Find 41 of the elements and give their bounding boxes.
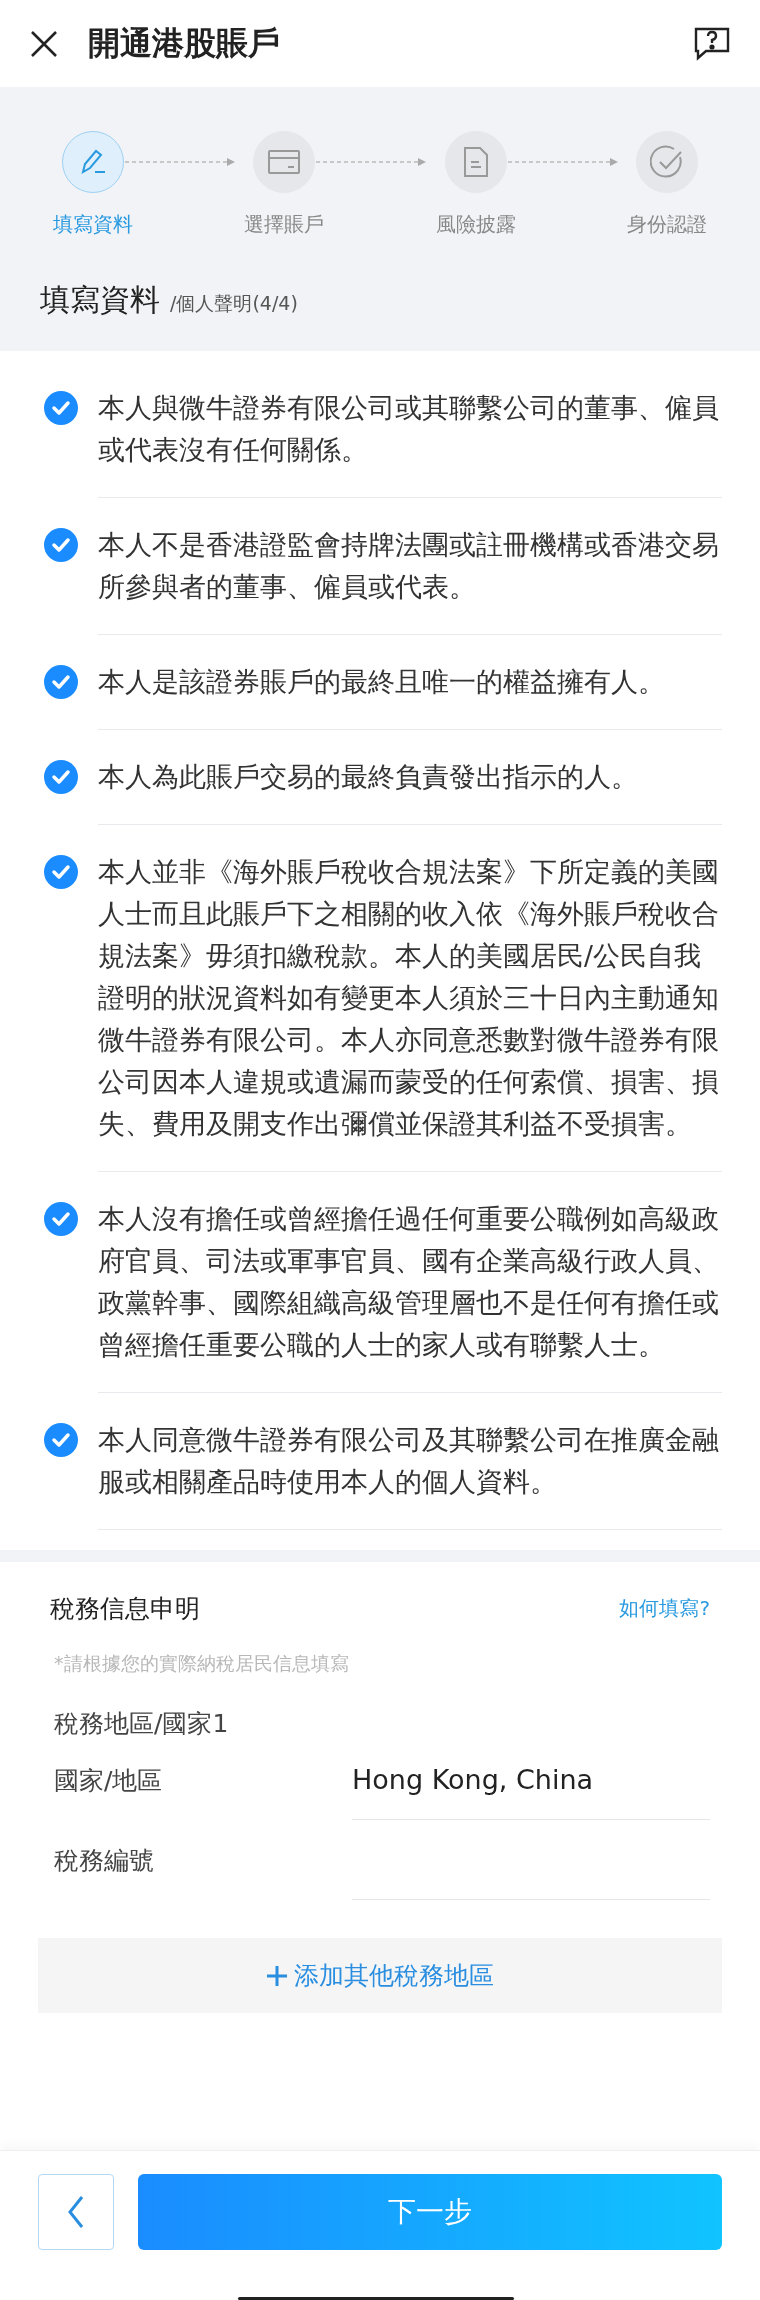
declaration-text: 本人與微牛證券有限公司或其聯繫公司的董事、僱員或代表沒有任何關係。: [98, 387, 722, 498]
help-link[interactable]: 如何填寫?: [619, 1595, 710, 1622]
check-circle-icon: [650, 145, 684, 179]
step-label: 填寫資料: [53, 211, 133, 238]
next-button[interactable]: 下一步: [138, 2174, 722, 2250]
section-subtitle: /個人聲明(4/4): [170, 291, 298, 316]
plus-icon: [266, 1964, 288, 1987]
checked-checkbox[interactable]: [44, 1202, 78, 1236]
arrow-icon: [125, 158, 235, 166]
add-region-button[interactable]: 添加其他稅務地區: [38, 1938, 722, 2013]
declaration-text: 本人是該證券賬戶的最終且唯一的權益擁有人。: [98, 661, 722, 730]
field-label: 國家/地區: [54, 1764, 164, 1797]
group-title: 稅務地區/國家1: [54, 1708, 230, 1740]
back-icon: [67, 2195, 85, 2229]
declaration-text: 本人沒有擔任或曾經擔任過任何重要公職例如高級政府官員、司法或軍事官員、國有企業高級行政人員、政黨幹事、國際組織高級管理層也不是任何有擔任或曾經擔任重要公職的人士的家人或有聯繫人士。: [98, 1198, 722, 1393]
checked-checkbox[interactable]: [44, 1423, 78, 1457]
tax-title: 稅務信息申明: [50, 1593, 200, 1625]
step-label: 身份認證: [627, 211, 707, 238]
checked-checkbox[interactable]: [44, 391, 78, 425]
field-label: 稅務編號: [54, 1844, 155, 1877]
checked-checkbox[interactable]: [44, 665, 78, 699]
back-button[interactable]: [38, 2174, 114, 2250]
card-icon: [268, 149, 301, 175]
checked-checkbox[interactable]: [44, 760, 78, 794]
arrow-icon: [316, 158, 427, 166]
declaration-text: 本人不是香港證監會持牌法團或註冊機構或香港交易所參與者的董事、僱員或代表。: [98, 524, 722, 635]
declaration-text: 本人為此賬戶交易的最終負責發出指示的人。: [98, 756, 722, 825]
arrow-icon: [507, 158, 618, 166]
declaration-text: 本人並非《海外賬戶稅收合規法案》下所定義的美國人士而且此賬戶下之相關的收入依《海外賬戶稅收合規法案》毋須扣繳稅款。本人的美國居民/公民自我證明的狀況資料如有變更本人須於三十日內主動通知微牛證券有限公司。本人亦同意悉數對微牛證券有限公司因本人違規或遺漏而蒙受的任何索償、損害、損失、費用及開支作出彌償並保證其利益不受損害。: [98, 851, 722, 1172]
step-label: 風險披露: [435, 211, 516, 238]
checked-checkbox[interactable]: [44, 855, 78, 889]
input-field[interactable]: Hong Kong, China: [352, 1740, 710, 1820]
step-label: 選擇賬戶: [244, 211, 325, 238]
page-title: 開通港股賬戶: [88, 22, 281, 64]
close-icon[interactable]: [30, 29, 58, 58]
help-icon[interactable]: [694, 26, 730, 61]
checked-checkbox[interactable]: [44, 528, 78, 562]
declaration-text: 本人同意微牛證券有限公司及其聯繫公司在推廣金融服或相關產品時使用本人的個人資料。: [98, 1419, 722, 1530]
document-icon: [462, 146, 489, 178]
section-title: 填寫資料: [40, 281, 160, 319]
hint-text: *請根據您的實際納稅居民信息填寫: [54, 1651, 350, 1676]
